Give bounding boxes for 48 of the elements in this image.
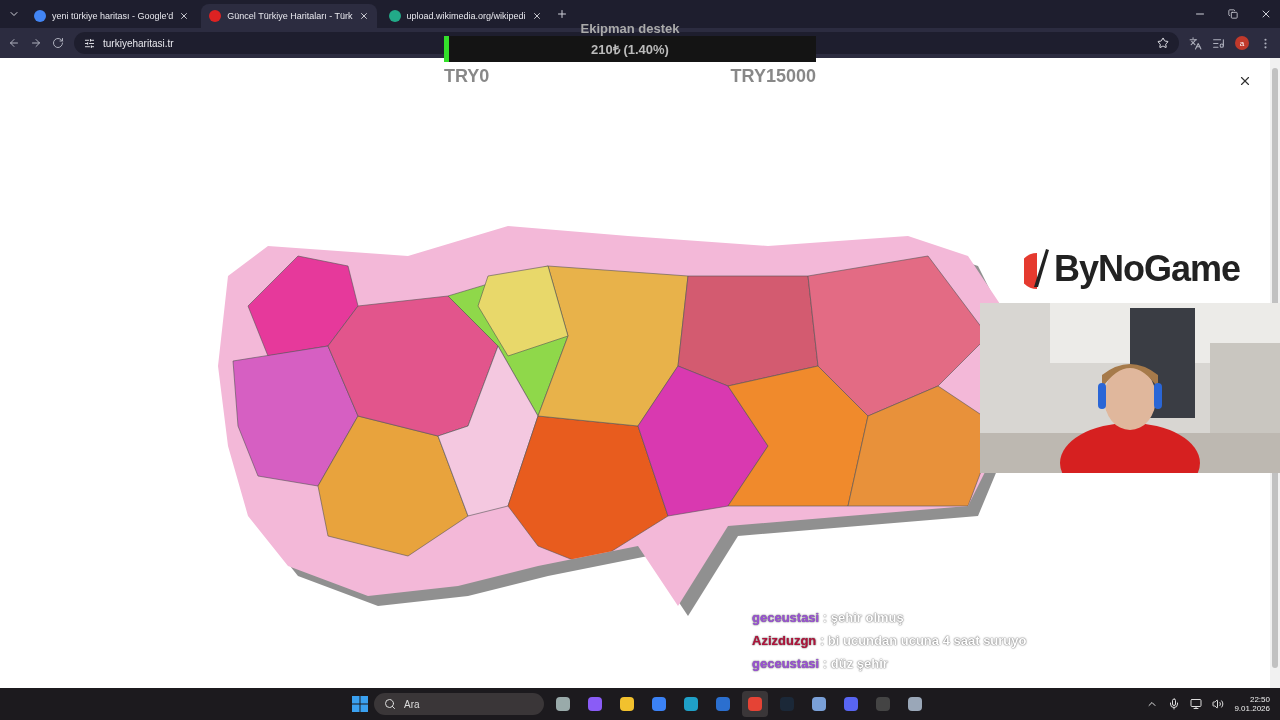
close-icon[interactable] [1238,74,1252,88]
plus-icon[interactable] [555,8,568,20]
translate-icon[interactable] [1189,36,1202,50]
bookmark-star-icon[interactable] [1157,37,1169,49]
media-icon[interactable] [1212,36,1225,50]
close-icon[interactable] [358,11,369,21]
logo-text: ByNoGame [1054,248,1241,290]
close-icon[interactable] [531,11,542,21]
browser-tab[interactable]: Güncel Türkiye Haritaları - Türk [201,4,377,28]
forward-icon[interactable] [30,37,42,49]
site-icon [388,10,401,22]
app-icon [587,696,603,712]
app-icon [843,696,859,712]
app-icon [555,696,571,712]
app-icon [779,696,795,712]
restore-icon[interactable] [1228,9,1238,19]
profile-avatar[interactable]: a [1235,36,1249,50]
url-text: turkiyeharitasi.tr [103,37,174,49]
microphone-icon[interactable] [1168,698,1181,710]
clock-date[interactable]: 9.01.2026 [1234,704,1270,713]
browser-tab[interactable]: upload.wikimedia.org/wikipedi [380,4,550,28]
volume-icon[interactable] [1212,698,1225,710]
chat-message: geceustasi : düz şehir [752,656,889,671]
search-field[interactable]: Ara [374,693,544,715]
close-icon[interactable] [179,11,190,21]
app-icon [619,696,635,712]
app-icon [811,696,827,712]
app-icon [747,696,763,712]
site-icon [34,10,46,22]
goal-max: TRY15000 [730,66,816,87]
app-icon [683,696,699,712]
reload-icon[interactable] [52,37,64,49]
app-icon [907,696,923,712]
app-icon [875,696,891,712]
search-icon [384,698,396,710]
donation-title: Ekipman destek [580,22,680,36]
goal-min: TRY0 [444,66,490,87]
logo-icon [1024,249,1050,289]
site-icon [209,10,222,22]
start-icon[interactable] [352,696,368,712]
browser-tab[interactable]: yeni türkiye haritası - Google'd [26,4,198,28]
clock-time[interactable]: 22:50 [1249,695,1270,704]
app-icon [651,696,667,712]
site-settings-icon[interactable] [84,37,95,49]
back-icon[interactable] [8,37,20,49]
donation-amount: 210₺ (1.40%) [591,41,669,58]
close-icon[interactable] [1260,8,1272,20]
app-icon [715,696,731,712]
